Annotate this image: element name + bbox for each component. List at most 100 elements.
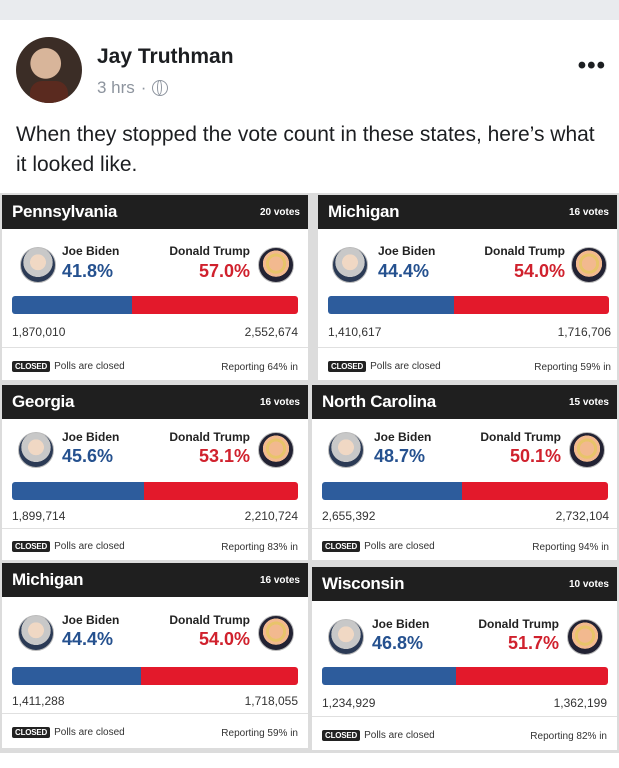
trump-name: Donald Trump	[478, 617, 559, 631]
biden-vote-count: 1,870,010	[12, 325, 66, 339]
trump-percent: 57.0%	[198, 261, 250, 281]
divider	[312, 716, 617, 717]
state-card-michigan-2: Michigan 16 votes Joe Biden 44.4% Donald…	[2, 563, 308, 748]
reporting-status: Reporting 59% in	[221, 728, 298, 739]
biden-photo-icon	[328, 619, 364, 655]
state-header: North Carolina 15 votes	[312, 385, 617, 419]
electoral-votes: 20 votes	[259, 207, 300, 218]
state-name: Michigan	[12, 570, 84, 589]
more-options-icon[interactable]: •••	[578, 52, 606, 80]
trump-percent: 50.1%	[509, 446, 561, 466]
state-header: Wisconsin 10 votes	[312, 567, 617, 601]
biden-bar	[12, 296, 133, 314]
vote-share-bar	[12, 667, 298, 685]
electoral-votes: 16 votes	[568, 207, 609, 218]
state-header: Michigan 16 votes	[318, 195, 617, 229]
trump-photo-icon	[258, 247, 294, 283]
trump-photo-icon	[258, 615, 294, 651]
trump-bar	[140, 667, 298, 685]
trump-photo-icon	[567, 619, 603, 655]
polls-status: CLOSED Polls are closed	[12, 541, 125, 552]
post-header: Jay Truthman 3 hrs · •••	[16, 37, 606, 107]
closed-badge: CLOSED	[12, 361, 51, 372]
trump-name: Donald Trump	[480, 430, 561, 444]
biden-bar	[328, 296, 455, 314]
vote-share-bar	[322, 667, 608, 685]
state-name: Wisconsin	[322, 574, 405, 593]
closed-badge: CLOSED	[322, 541, 361, 552]
trump-photo-icon	[569, 432, 605, 468]
post-time[interactable]: 3 hrs	[97, 78, 135, 98]
vote-share-bar	[328, 296, 609, 314]
trump-percent: 54.0%	[198, 629, 250, 649]
trump-vote-count: 1,362,199	[553, 696, 607, 710]
trump-percent: 54.0%	[513, 261, 565, 281]
divider	[2, 347, 308, 348]
avatar[interactable]	[16, 37, 82, 103]
biden-bar	[322, 667, 457, 685]
reporting-status: Reporting 82% in	[530, 731, 607, 742]
trump-bar	[462, 482, 608, 500]
biden-bar	[12, 482, 144, 500]
closed-badge: CLOSED	[12, 541, 51, 552]
closed-badge: CLOSED	[322, 730, 361, 741]
state-header: Michigan 16 votes	[2, 563, 308, 597]
biden-name: Joe Biden	[378, 244, 436, 258]
biden-name: Joe Biden	[374, 430, 432, 444]
author-name[interactable]: Jay Truthman	[97, 45, 234, 69]
polls-status: CLOSED Polls are closed	[12, 727, 125, 738]
top-bar	[0, 0, 619, 20]
biden-vote-count: 2,655,392	[322, 509, 376, 523]
divider	[312, 528, 617, 529]
biden-photo-icon	[18, 615, 54, 651]
divider	[2, 713, 308, 714]
trump-photo-icon	[571, 247, 607, 283]
polls-closed-text: Polls are closed	[54, 541, 125, 552]
electoral-votes: 10 votes	[568, 579, 609, 590]
divider	[2, 528, 308, 529]
electoral-votes: 16 votes	[259, 397, 300, 408]
biden-bar	[12, 667, 141, 685]
polls-status: CLOSED Polls are closed	[322, 541, 435, 552]
trump-name: Donald Trump	[169, 613, 250, 627]
trump-bar	[132, 296, 298, 314]
biden-percent: 44.4%	[378, 261, 430, 281]
electoral-votes: 15 votes	[568, 397, 609, 408]
trump-bar	[456, 667, 608, 685]
trump-photo-icon	[258, 432, 294, 468]
biden-vote-count: 1,899,714	[12, 509, 66, 523]
biden-photo-icon	[328, 432, 364, 468]
post-text: When they stopped the vote count in thes…	[16, 123, 595, 176]
biden-name: Joe Biden	[62, 613, 120, 627]
state-card-wisconsin: Wisconsin 10 votes Joe Biden 46.8% Donal…	[312, 567, 617, 750]
globe-icon[interactable]	[152, 80, 169, 96]
polls-status: CLOSED Polls are closed	[322, 730, 435, 741]
state-card-pennsylvania: Pennsylvania 20 votes Joe Biden 41.8% Do…	[2, 195, 308, 380]
biden-name: Joe Biden	[62, 430, 120, 444]
trump-vote-count: 2,732,104	[555, 509, 609, 523]
biden-percent: 44.4%	[62, 629, 114, 649]
state-name: Pennsylvania	[12, 202, 118, 221]
trump-name: Donald Trump	[169, 244, 250, 258]
polls-closed-text: Polls are closed	[364, 541, 435, 552]
vote-share-bar	[12, 482, 298, 500]
vote-share-bar	[322, 482, 608, 500]
polls-closed-text: Polls are closed	[364, 730, 435, 741]
biden-vote-count: 1,410,617	[328, 325, 382, 339]
state-card-georgia: Georgia 16 votes Joe Biden 45.6% Donald …	[2, 385, 308, 560]
reporting-status: Reporting 94% in	[532, 542, 609, 553]
trump-percent: 53.1%	[198, 446, 250, 466]
meta-separator: ·	[140, 78, 147, 97]
vote-share-bar	[12, 296, 298, 314]
results-image: Pennsylvania 20 votes Joe Biden 41.8% Do…	[0, 193, 619, 753]
reporting-status: Reporting 59% in	[534, 362, 611, 373]
biden-name: Joe Biden	[372, 617, 430, 631]
trump-vote-count: 2,210,724	[244, 509, 298, 523]
state-header: Pennsylvania 20 votes	[2, 195, 308, 229]
trump-vote-count: 1,716,706	[557, 325, 611, 339]
state-name: Michigan	[328, 202, 400, 221]
state-card-north-carolina: North Carolina 15 votes Joe Biden 48.7% …	[312, 385, 617, 560]
biden-vote-count: 1,411,288	[12, 694, 65, 708]
trump-vote-count: 2,552,674	[244, 325, 298, 339]
state-name: Georgia	[12, 392, 75, 411]
